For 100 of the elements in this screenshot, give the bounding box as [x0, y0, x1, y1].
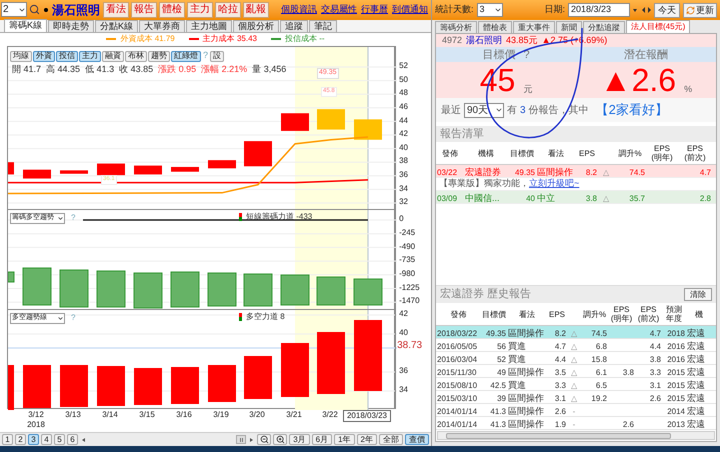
indicator-toggle[interactable]: 投信 [56, 50, 78, 62]
table-cell: 2016 [667, 355, 685, 364]
table-cell: 宏遠證券 [465, 167, 501, 177]
history-row[interactable]: 2018/03/22 49.35 區間操作 8.2 △ 74.5 4.7 2018 宏遠 [436, 326, 716, 339]
days-select[interactable]: 3 [476, 3, 503, 17]
header-link[interactable]: 行事曆 [361, 3, 388, 17]
range-button[interactable]: 3月 [289, 434, 310, 446]
column-header: 看法 [548, 148, 564, 158]
help-icon[interactable]: ? [523, 47, 530, 62]
period-select[interactable]: 90天 [464, 102, 504, 118]
date-label: 3/21 [286, 410, 302, 420]
report-tab[interactable]: 籌碼分析 [435, 21, 477, 33]
arrow-left-icon[interactable] [642, 7, 645, 13]
indicator-toggle[interactable]: 紅綠燈 [171, 50, 201, 62]
horizontal-scrollbar[interactable] [437, 431, 715, 440]
history-row[interactable]: 2015/08/10 42.5 買進 3.3 △ 6.5 3.1 2015 宏遠 [436, 378, 716, 391]
page-button[interactable]: 2 [15, 434, 26, 446]
history-row[interactable]: 2015/11/30 49 區間操作 3.5 △ 6.1 3.8 3.3 2015 宏遠 [436, 365, 716, 378]
indicator-toggle[interactable]: 均線 [10, 50, 32, 62]
header-link[interactable]: 個股資訊 [281, 3, 317, 17]
page-button[interactable]: 3 [28, 434, 39, 446]
chart-tab[interactable]: 即時走勢 [48, 20, 94, 32]
history-row[interactable]: 2014/01/14 41.3 區間操作 1.9 - 2.6 2013 宏遠 [436, 417, 716, 430]
clear-button[interactable]: 清除 [684, 288, 712, 301]
history-row[interactable]: 2014/01/14 41.3 區間操作 2.6 - 2014 宏遠 [436, 404, 716, 417]
summary-text: 份報告，其中 [528, 104, 589, 118]
indicator-toggle[interactable]: 主力 [79, 50, 101, 62]
header-link[interactable]: 交易屬性 [321, 3, 357, 17]
chart-tab[interactable]: 主力地圖 [186, 20, 232, 32]
range-button[interactable]: 6月 [312, 434, 332, 446]
page-button[interactable]: 6 [67, 434, 78, 446]
stock-code-field[interactable]: 2 [1, 2, 27, 18]
return-label: 潛在報酬 [624, 48, 668, 62]
axis-label: 32 [398, 197, 409, 208]
chart-tab[interactable]: 籌碼K線 [4, 18, 48, 32]
axis-label: -490 [398, 242, 416, 252]
date-label: 3/22 [322, 410, 338, 420]
table-cell: 2014/01/14 [437, 407, 478, 416]
dropdown-icon[interactable] [633, 8, 637, 12]
chart-tab[interactable]: 追蹤 [280, 20, 308, 32]
range-button[interactable]: 全部 [379, 434, 403, 446]
action-button[interactable]: 報告 [131, 2, 157, 18]
report-tab[interactable]: 分點追蹤 [583, 21, 625, 33]
action-button[interactable]: 看法 [103, 2, 129, 18]
axis-label: 34 [399, 385, 408, 396]
action-button[interactable]: 體檢 [159, 2, 185, 18]
stock-name: 湯石照明 [466, 34, 502, 47]
indicator-toggle[interactable]: 外資 [33, 50, 55, 62]
date-field[interactable]: 2018/3/23 [568, 3, 630, 17]
indicator-toggle[interactable]: 趨勢 [148, 50, 170, 62]
table-cell: △ [603, 168, 609, 177]
chart-tab[interactable]: 大單券商 [139, 20, 186, 32]
bar [96, 270, 126, 308]
action-button[interactable]: 亂報 [243, 2, 269, 18]
indicator-toggle[interactable]: 布林 [125, 50, 147, 62]
refresh-button[interactable]: 更新 [683, 2, 717, 18]
header-link[interactable]: 到價通知 [392, 3, 428, 17]
report-tab[interactable]: 體檢表 [478, 21, 512, 33]
scroll-grip-icon[interactable] [236, 435, 246, 444]
history-row[interactable]: 2016/05/05 56 買進 4.7 △ 6.8 4.4 2016 宏遠 [436, 339, 716, 352]
current-value-label: 38.73 [397, 340, 422, 352]
axis-label: 38 [398, 156, 409, 166]
table-cell: 2015 [667, 381, 685, 390]
range-button[interactable]: 查價 [405, 434, 429, 446]
report-tab[interactable]: 重大事件 [513, 21, 555, 33]
chart-tab[interactable]: 個股分析 [233, 20, 280, 32]
bar [354, 278, 382, 306]
table-cell: 2013 [667, 420, 685, 429]
action-button[interactable]: 主力 [187, 2, 213, 18]
today-button[interactable]: 今天 [654, 2, 680, 18]
action-button[interactable]: 哈拉 [215, 2, 241, 18]
table-cell: 2.6 [622, 420, 634, 429]
page-button[interactable]: 4 [41, 434, 52, 446]
table-cell: △ [571, 394, 577, 403]
page-button[interactable]: 1 [2, 434, 13, 446]
indicator-label: 多空力道 8 [246, 311, 285, 324]
chart-tab[interactable]: 筆記 [309, 20, 338, 32]
zoom-out-button[interactable] [257, 434, 272, 446]
table-cell: 買進 [508, 341, 526, 351]
range-button[interactable]: 1年 [334, 434, 355, 446]
bar [281, 343, 309, 398]
table-cell: 4.7 [650, 329, 661, 338]
page-button[interactable]: 5 [54, 434, 65, 446]
arrow-right-icon[interactable] [648, 7, 651, 13]
history-row[interactable]: 2016/03/04 52 買進 4.4 △ 15.8 3.8 2016 宏遠 [436, 352, 716, 365]
range-button[interactable]: 2年 [356, 434, 377, 446]
search-icon[interactable] [29, 4, 40, 16]
unit-label: 元 [523, 82, 532, 96]
table-cell: 宏遠 [687, 367, 705, 377]
indicator-toggle[interactable]: 融資 [102, 50, 124, 62]
settings-button[interactable]: 設 [210, 50, 224, 62]
report-tab[interactable]: 法人目標(45元) [626, 20, 690, 33]
chart-tab[interactable]: 分點K線 [95, 20, 138, 32]
bullish-count: 【2家看好】 [596, 101, 668, 120]
history-row[interactable]: 2015/03/10 39 區間操作 3.1 △ 19.2 2.6 2015 宏遠 [436, 391, 716, 404]
column-header: 調升% [618, 148, 642, 158]
zoom-in-button[interactable] [273, 434, 288, 446]
upgrade-link[interactable]: 立刻升級吧~ [529, 177, 580, 191]
report-tab[interactable]: 新聞 [556, 21, 582, 33]
table-cell: - [572, 420, 576, 429]
